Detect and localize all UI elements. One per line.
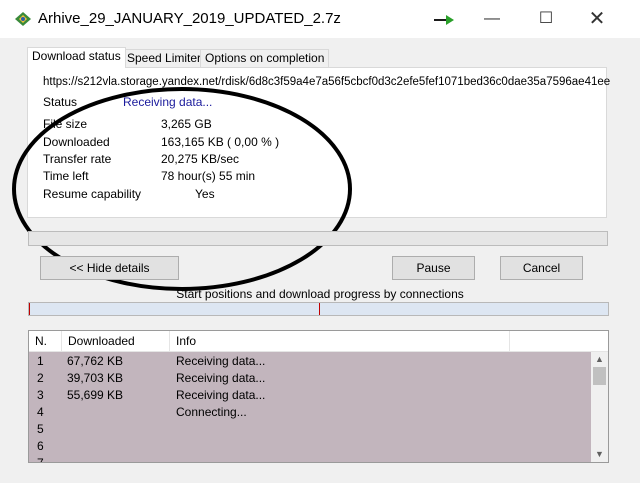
- column-header-n[interactable]: N.: [29, 331, 62, 352]
- row-number: 7: [37, 456, 44, 463]
- table-row[interactable]: 3 55,699 KB Receiving data...: [29, 387, 591, 404]
- transfer-rate-value: 20,275 KB/sec: [161, 152, 240, 166]
- vertical-scrollbar[interactable]: ▲ ▼: [591, 352, 608, 462]
- resume-capability-label: Resume capability: [43, 187, 142, 201]
- downloaded-value: 163,165 KB ( 0,00 % ): [161, 135, 280, 149]
- column-header-info[interactable]: Info: [170, 331, 510, 352]
- tab-speed-limiter[interactable]: Speed Limiter: [122, 49, 207, 68]
- table-row[interactable]: 4 Connecting...: [29, 404, 591, 421]
- row-downloaded: 55,699 KB: [67, 388, 124, 402]
- minimize-button[interactable]: —: [480, 8, 504, 30]
- resume-capability-value: Yes: [195, 187, 215, 201]
- tab-download-status[interactable]: Download status: [27, 47, 126, 68]
- row-number: 2: [37, 371, 44, 385]
- row-number: 3: [37, 388, 44, 402]
- connections-progress-bar: [28, 302, 609, 316]
- row-downloaded: 39,703 KB: [67, 371, 124, 385]
- title-bar: Arhive_29_JANUARY_2019_UPDATED_2.7z — ☐ …: [0, 0, 640, 38]
- row-info: Receiving data...: [176, 371, 266, 385]
- window-title: Arhive_29_JANUARY_2019_UPDATED_2.7z: [38, 10, 341, 27]
- connection-start-marker: [29, 303, 30, 315]
- table-header: N. Downloaded Info: [29, 331, 608, 352]
- transfer-rate-label: Transfer rate: [43, 152, 112, 166]
- downloaded-label: Downloaded: [43, 135, 110, 149]
- download-progress-bar: [28, 231, 608, 246]
- row-downloaded: 67,762 KB: [67, 354, 124, 368]
- close-button[interactable]: ✕: [585, 8, 609, 30]
- app-icon: [15, 12, 31, 26]
- table-row[interactable]: 5: [29, 421, 591, 438]
- row-info: Receiving data...: [176, 354, 266, 368]
- row-number: 5: [37, 422, 44, 436]
- download-url: https://s212vla.storage.yandex.net/rdisk…: [43, 76, 611, 88]
- row-number: 4: [37, 405, 44, 419]
- row-info: Receiving data...: [176, 388, 266, 402]
- scroll-down-icon[interactable]: ▼: [591, 446, 608, 462]
- tab-options-on-completion[interactable]: Options on completion: [200, 49, 330, 68]
- maximize-button[interactable]: ☐: [534, 8, 558, 30]
- green-arrow-icon[interactable]: [433, 14, 455, 26]
- row-info: Connecting...: [176, 405, 247, 419]
- scroll-up-icon[interactable]: ▲: [591, 352, 608, 366]
- table-row[interactable]: 1 67,762 KB Receiving data...: [29, 353, 591, 370]
- table-row[interactable]: 2 39,703 KB Receiving data...: [29, 370, 591, 387]
- status-value: Receiving data...: [123, 95, 213, 109]
- hide-details-button[interactable]: << Hide details: [40, 256, 179, 280]
- connections-caption: Start positions and download progress by…: [176, 287, 464, 301]
- table-row[interactable]: 7: [29, 455, 591, 463]
- file-size-label: File size: [43, 117, 88, 131]
- connections-table: N. Downloaded Info 1 67,762 KB Receiving…: [28, 330, 609, 463]
- status-label: Status: [43, 95, 78, 109]
- time-left-value: 78 hour(s) 55 min: [161, 169, 256, 183]
- column-header-downloaded[interactable]: Downloaded: [62, 331, 170, 352]
- download-status-panel: https://s212vla.storage.yandex.net/rdisk…: [27, 67, 611, 218]
- connection-start-marker: [318, 303, 320, 315]
- file-size-value: 3,265 GB: [161, 117, 212, 131]
- row-number: 1: [37, 354, 44, 368]
- table-row[interactable]: 6: [29, 438, 591, 455]
- time-left-label: Time left: [43, 169, 89, 183]
- row-number: 6: [37, 439, 44, 453]
- dialog-body: Download status Speed Limiter Options on…: [0, 38, 640, 483]
- cancel-button[interactable]: Cancel: [500, 256, 583, 280]
- pause-button[interactable]: Pause: [392, 256, 475, 280]
- scroll-thumb[interactable]: [593, 367, 606, 385]
